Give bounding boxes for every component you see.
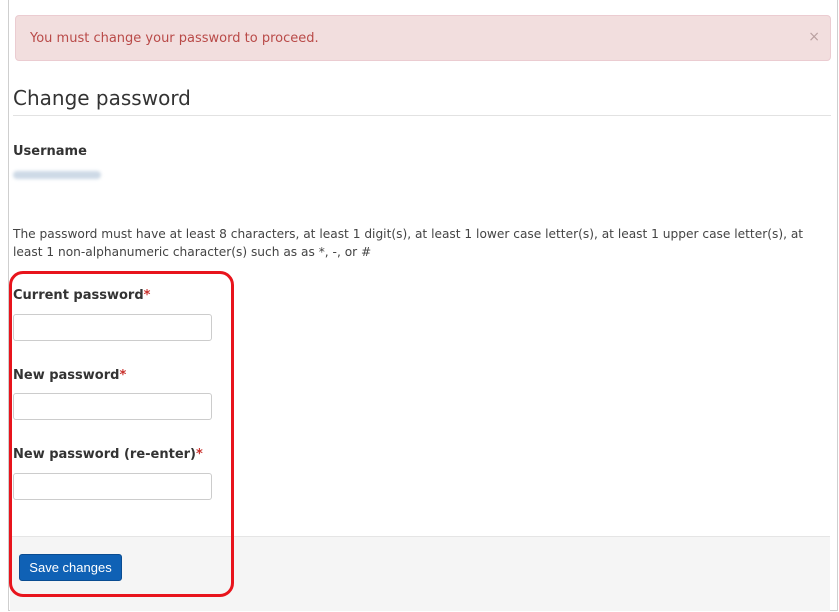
- form-footer: [10, 536, 830, 611]
- current-password-input[interactable]: [13, 314, 212, 341]
- new-password-reenter-input[interactable]: [13, 473, 212, 500]
- required-marker: *: [143, 288, 151, 303]
- alert-banner: You must change your password to proceed…: [15, 15, 831, 61]
- username-value-blurred: [13, 171, 101, 179]
- current-password-label: Current password*: [13, 288, 150, 303]
- new-password-label: New password*: [13, 368, 126, 383]
- username-label: Username: [13, 144, 87, 159]
- new-password-label-text: New password: [13, 368, 120, 383]
- page-title: Change password: [13, 86, 191, 110]
- current-password-label-text: Current password: [13, 288, 144, 303]
- title-divider: [13, 115, 831, 116]
- required-marker: *: [196, 447, 203, 462]
- required-marker: *: [119, 368, 127, 383]
- new-password-reenter-label: New password (re-enter)*: [13, 447, 203, 462]
- alert-message: You must change your password to proceed…: [30, 31, 319, 46]
- save-changes-button[interactable]: Save changes: [19, 554, 122, 581]
- new-password-input[interactable]: [13, 393, 212, 420]
- new-password-reenter-label-text: New password (re-enter): [13, 447, 196, 462]
- close-icon[interactable]: ×: [808, 29, 820, 45]
- password-policy-text: The password must have at least 8 charac…: [13, 227, 804, 259]
